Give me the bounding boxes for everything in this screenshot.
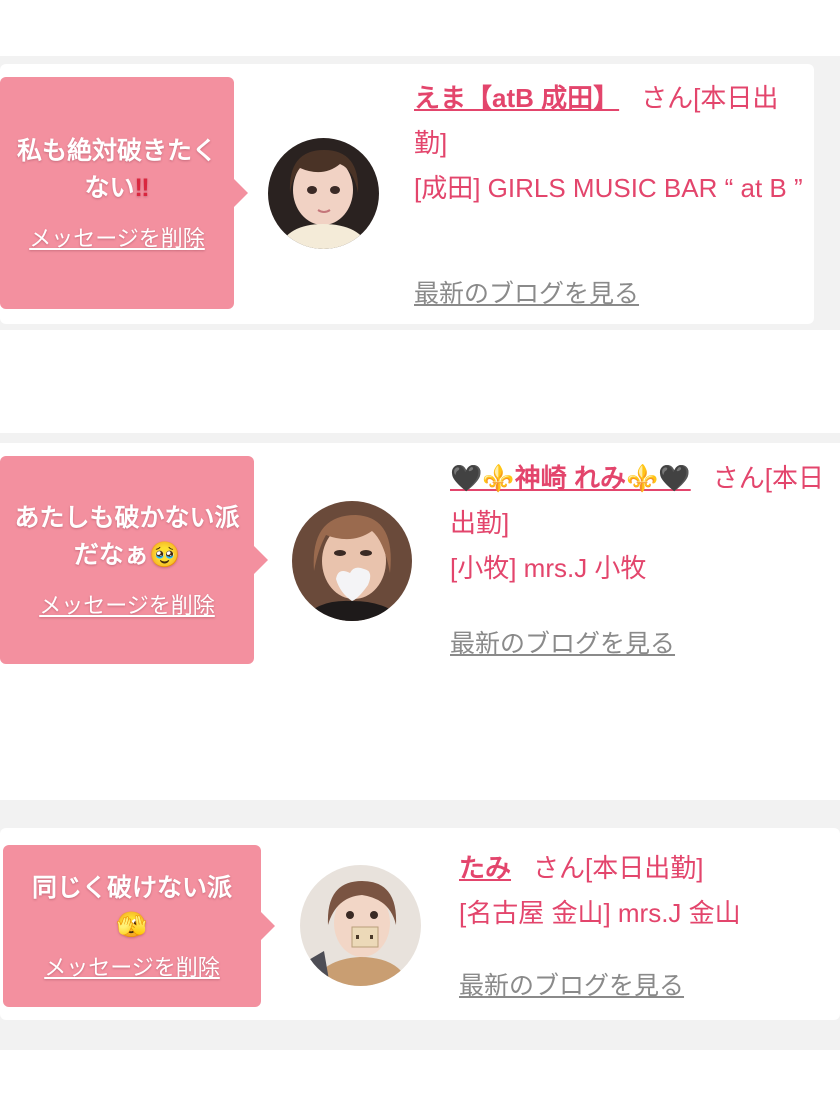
- entry-3-blog-link[interactable]: 最新のブログを見る: [459, 966, 684, 1002]
- entry-3-info: たみ さん[本日出勤] [名古屋 金山] mrs.J 金山: [459, 846, 840, 936]
- entry-1-message-bubble: 私も絶対破きたくない‼ メッセージを削除: [0, 77, 248, 309]
- entry-2-message-bubble: あたしも破かない派だなぁ🥹 メッセージを削除: [0, 456, 268, 664]
- entry-2-blog-link[interactable]: 最新のブログを見る: [450, 624, 675, 660]
- entry-2-divider: [0, 433, 840, 443]
- pleading-face-icon: 🥹: [148, 541, 181, 570]
- entry-1-name-link[interactable]: えま【atB 成田】: [414, 83, 619, 113]
- entry-2-avatar[interactable]: [292, 501, 412, 621]
- entry-1-store: [成田] GIRLS MUSIC BAR “ at B ”: [414, 173, 803, 203]
- entry-3-status: さん[本日出勤]: [533, 853, 704, 883]
- entry-2-info: 🖤⚜️神崎 れみ⚜️🖤 さん[本日出勤] [小牧] mrs.J 小牧: [450, 456, 840, 591]
- entry-2-store: [小牧] mrs.J 小牧: [450, 553, 647, 583]
- entry-3-name-link[interactable]: たみ: [459, 853, 511, 883]
- entry-3-store: [名古屋 金山] mrs.J 金山: [459, 898, 741, 928]
- double-exclamation-icon: ‼: [134, 174, 150, 203]
- entry-1-delete-message-button[interactable]: メッセージを削除: [29, 221, 205, 253]
- entry-3-message: 同じく破けない派 🫣: [26, 870, 238, 945]
- entry-2-name-link[interactable]: 🖤⚜️神崎 れみ⚜️🖤: [450, 463, 691, 493]
- entry-3-avatar[interactable]: [300, 865, 421, 986]
- entry-2-message: あたしも破かない派だなぁ🥹: [0, 500, 254, 575]
- entry-1-message: 私も絶対破きたくない‼: [0, 133, 234, 208]
- peeking-face-icon: 🫣: [116, 911, 148, 940]
- entry-1-avatar[interactable]: [268, 138, 379, 249]
- entry-1-blog-link[interactable]: 最新のブログを見る: [414, 274, 639, 310]
- entry-3-delete-message-button[interactable]: メッセージを削除: [44, 950, 220, 982]
- entry-1-info: えま【atB 成田】 さん[本日出勤] [成田] GIRLS MUSIC BAR …: [414, 76, 804, 211]
- entry-3-message-bubble: 同じく破けない派 🫣 メッセージを削除: [3, 845, 275, 1007]
- entry-2-delete-message-button[interactable]: メッセージを削除: [39, 588, 215, 620]
